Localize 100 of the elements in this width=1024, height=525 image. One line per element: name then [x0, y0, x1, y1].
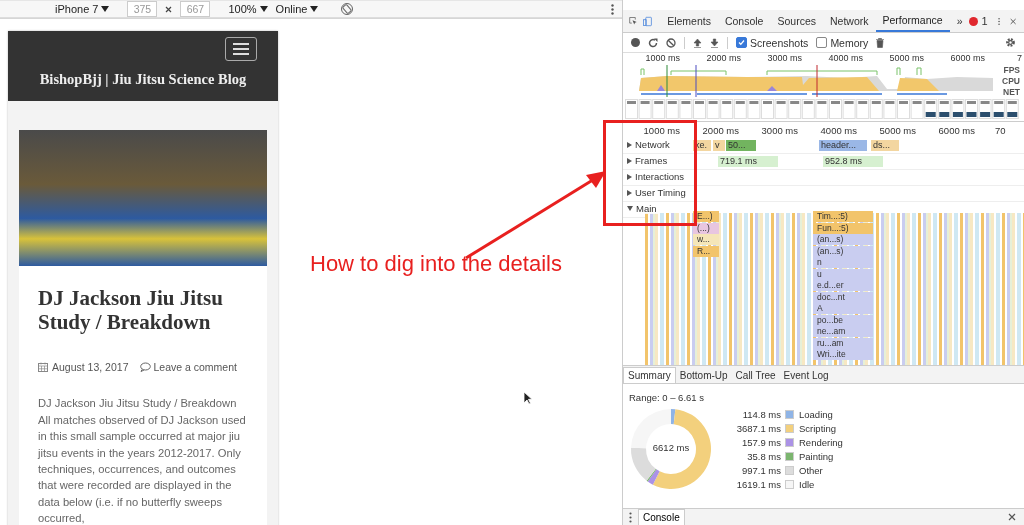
flame-block[interactable]: w... — [693, 234, 719, 245]
download-icon[interactable] — [710, 37, 719, 48]
time-label: 4000 ms — [827, 53, 863, 64]
checkbox-label[interactable]: Screenshots — [750, 36, 809, 49]
time-label: 3000 ms — [766, 53, 802, 64]
legend-value: 114.8 ms — [741, 408, 781, 420]
network-request[interactable]: 50... — [726, 140, 756, 151]
legend-value: 157.9 ms — [740, 436, 781, 448]
flame-block[interactable]: (an...s) — [813, 245, 873, 257]
calendar-icon — [38, 362, 48, 373]
device-toolbar-icon[interactable] — [643, 14, 654, 28]
flame-block[interactable]: Tim...:5) — [813, 211, 873, 222]
network-dropdown[interactable]: Online — [275, 3, 319, 15]
devtools-tab[interactable]: Performance — [875, 10, 950, 32]
close-icon[interactable] — [1009, 16, 1016, 26]
checkbox[interactable] — [816, 37, 828, 48]
times-icon — [165, 5, 173, 13]
track-toggle[interactable]: Main — [627, 203, 659, 214]
devtools-tab[interactable]: Network — [823, 10, 876, 32]
frame-bar[interactable]: 952.8 ms — [823, 156, 883, 167]
flame-block[interactable]: u — [813, 268, 873, 280]
more-icon[interactable] — [629, 511, 632, 523]
site-title[interactable]: BishopBjj | Jiu Jitsu Science Blog — [39, 71, 247, 88]
legend-label: Rendering — [799, 436, 843, 448]
drawer-tab[interactable]: Console — [638, 509, 685, 525]
speech-bubble-icon — [140, 362, 152, 373]
rotate-icon[interactable] — [340, 2, 355, 16]
devtools-tab[interactable]: Elements — [660, 10, 718, 32]
post-date: August 13, 2017 — [52, 361, 129, 374]
upload-icon[interactable] — [693, 37, 702, 48]
flame-block[interactable]: E...) — [693, 211, 719, 222]
post-title[interactable]: DJ Jackson Jiu Jitsu Study / Breakdown — [38, 286, 248, 335]
time-label: 1000 ms — [642, 124, 680, 136]
panel-tab[interactable]: Event Log — [779, 367, 833, 383]
more-icon[interactable] — [611, 3, 614, 15]
flame-block[interactable]: doc...nt — [813, 291, 873, 303]
network-request[interactable]: header... — [819, 140, 867, 151]
legend-label: Other — [799, 464, 824, 476]
time-label: 6000 ms — [937, 124, 975, 136]
trash-icon[interactable] — [876, 37, 885, 48]
track-toggle[interactable]: Interactions — [627, 171, 687, 182]
flame-block[interactable]: R... — [693, 245, 719, 257]
lane-label: FPS — [1003, 65, 1020, 75]
legend-value: 1619.1 ms — [735, 478, 781, 490]
devtools-tab[interactable]: Sources — [770, 10, 823, 32]
flame-block[interactable]: ne...am — [813, 326, 873, 337]
legend-label: Loading — [799, 408, 834, 420]
flame-block[interactable]: ru...am — [813, 337, 873, 349]
lane-label: NET — [1003, 87, 1020, 97]
legend-label: Scripting — [799, 422, 837, 434]
flame-block[interactable]: n — [813, 257, 873, 268]
devtools-tab[interactable]: Console — [717, 10, 771, 32]
flame-block[interactable]: A — [813, 303, 873, 314]
lane-label: CPU — [1002, 76, 1020, 86]
flame-block[interactable]: po...be — [813, 314, 873, 326]
zoom-dropdown[interactable]: 100% — [228, 3, 268, 15]
flame-block[interactable]: (...) — [693, 222, 719, 234]
clear-icon[interactable] — [666, 37, 676, 48]
time-label: 2000 ms — [701, 124, 739, 136]
device-dropdown[interactable]: iPhone 7 — [55, 3, 110, 15]
more-tabs-button[interactable]: » — [949, 10, 970, 32]
inspect-icon[interactable] — [629, 15, 638, 27]
checkbox[interactable] — [736, 37, 747, 48]
cursor-icon — [523, 391, 532, 405]
menu-button[interactable] — [225, 37, 257, 61]
flame-block[interactable]: Wri...ite — [813, 349, 873, 360]
flame-block[interactable]: (an...s) — [813, 234, 873, 245]
panel-tab[interactable]: Call Tree — [731, 367, 780, 383]
range-label: Range: 0 – 6.61 s — [629, 392, 705, 403]
more-icon[interactable] — [997, 15, 1000, 27]
settings-icon[interactable] — [1005, 37, 1016, 48]
time-label: 5000 ms — [878, 124, 916, 136]
panel-tab[interactable]: Summary — [623, 367, 676, 383]
frame-bar[interactable]: 719.1 ms — [718, 156, 778, 167]
legend-value: 997.1 ms — [740, 464, 781, 476]
time-label: 4000 ms — [819, 124, 857, 136]
checkbox-label[interactable]: Memory — [830, 36, 869, 49]
flame-block[interactable]: e.d...er — [813, 280, 873, 291]
time-label: 70 — [995, 124, 1006, 136]
track-toggle[interactable]: Network — [627, 139, 672, 150]
legend-label: Painting — [799, 450, 835, 462]
error-count[interactable]: 1 — [969, 15, 988, 27]
time-label: 5000 ms — [888, 53, 924, 64]
record-icon[interactable] — [631, 38, 640, 47]
comment-link[interactable]: Leave a comment — [140, 361, 237, 374]
network-request[interactable]: ds... — [871, 140, 899, 151]
time-label: 1000 ms — [644, 53, 680, 64]
track-toggle[interactable]: Frames — [627, 155, 670, 166]
close-icon[interactable] — [1008, 513, 1016, 521]
panel-tab[interactable]: Bottom-Up — [675, 367, 732, 383]
track-toggle[interactable]: User Timing — [627, 187, 688, 198]
time-label: 2000 ms — [705, 53, 741, 64]
error-icon — [969, 16, 979, 26]
reload-icon[interactable] — [648, 37, 658, 48]
flame-block[interactable]: Fun...:5) — [813, 222, 873, 234]
annotation-text: How to dig into the details — [310, 251, 562, 277]
time-label: 3000 ms — [760, 124, 798, 136]
legend-value: 3687.1 ms — [735, 422, 781, 434]
network-request[interactable]: v — [713, 140, 725, 151]
time-label: 7 — [1017, 53, 1022, 64]
